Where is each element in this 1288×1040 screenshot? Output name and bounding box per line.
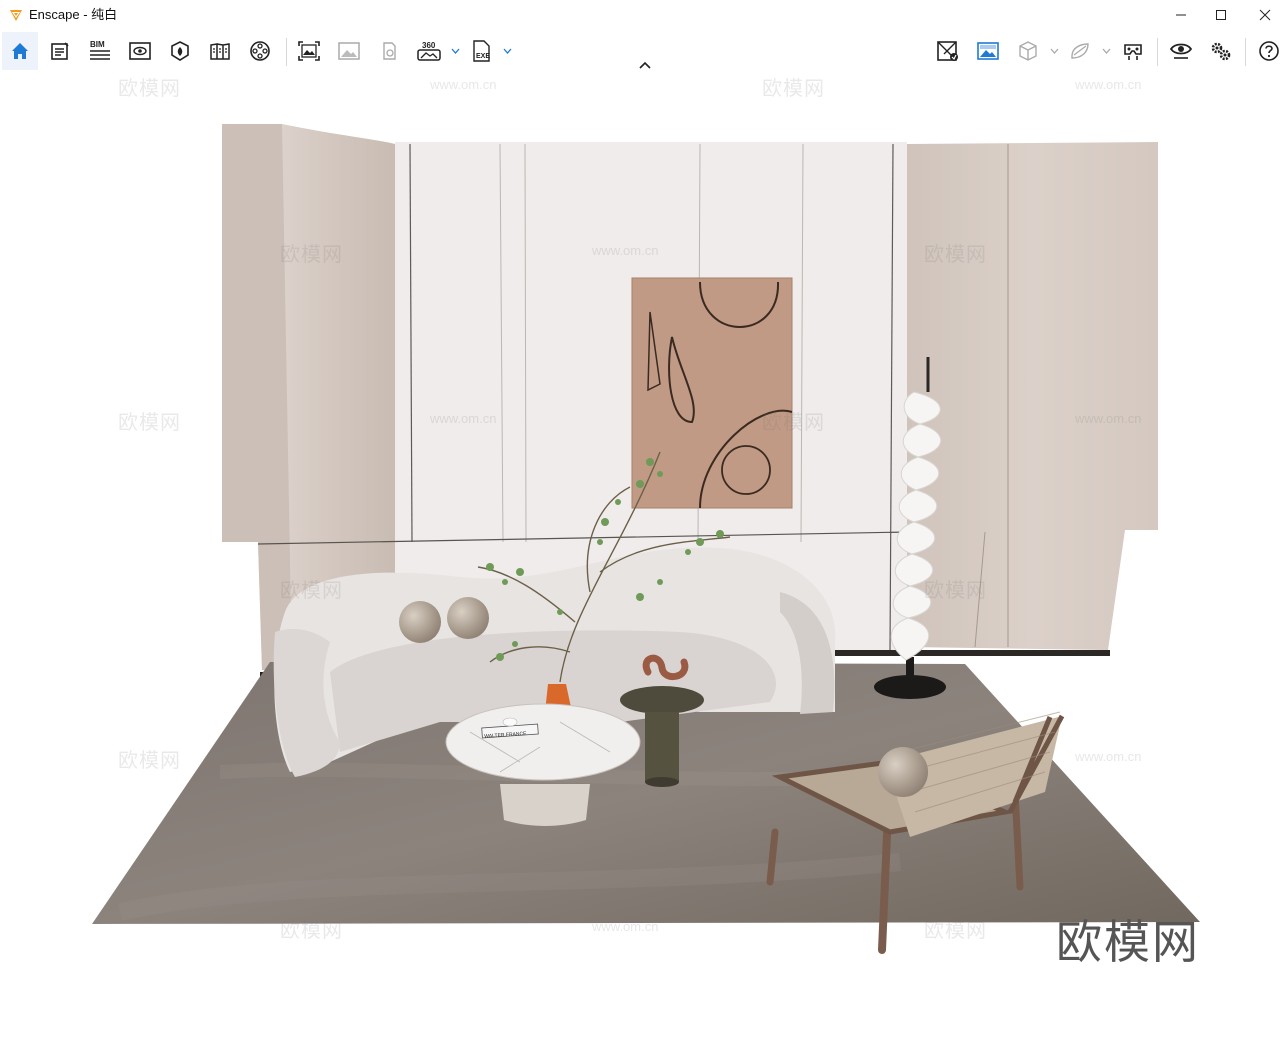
settings-gears-icon [1211,42,1231,61]
visual-settings-button[interactable] [122,32,158,70]
home-icon [12,43,28,59]
exe-label: EXE [476,53,490,60]
screenshot-icon [298,41,320,61]
bim-label: BIM [90,40,105,49]
panorama-360-icon: 360 [417,41,441,61]
orthographic-dropdown[interactable] [1048,32,1060,70]
watermark-url: www.om.cn [592,919,659,934]
toolbar-separator [1245,38,1246,66]
watermark-url: www.om.cn [430,77,497,92]
chevron-down-icon [1102,48,1110,54]
toolbar-separator [1157,38,1158,66]
vr-headset-button[interactable] [1115,32,1151,70]
live-update-button[interactable] [970,32,1006,70]
chevron-down-icon [1050,48,1058,54]
material-editor-button[interactable] [202,32,238,70]
title-bar: Enscape - 纯白 [0,0,1288,30]
scene-render: WALTER FRANCE [92,124,1200,954]
orthographic-button[interactable] [1010,32,1046,70]
exe-dropdown[interactable] [501,32,513,70]
help-button[interactable] [1251,32,1287,70]
wall-artwork [631,277,793,509]
screenshot-button[interactable] [291,32,327,70]
enscape-logo-icon [10,10,22,21]
live-update-icon [977,42,999,60]
view-eye-button[interactable] [1163,32,1199,70]
watermark: 欧模网 [280,918,343,942]
watermark: 欧模网 [762,410,825,434]
watermark: 欧模网 [118,76,181,100]
batch-render-button[interactable] [371,32,407,70]
exe-export-icon: EXE [473,40,490,62]
pano-label: 360 [422,41,436,50]
close-button[interactable] [1242,0,1288,30]
help-icon [1259,41,1279,61]
sync-views-button[interactable] [930,32,966,70]
watermark: 欧模网 [280,578,343,602]
capture-button[interactable] [1062,32,1098,70]
watermark-url: www.om.cn [430,411,497,426]
maximize-icon [1216,10,1226,20]
home-button[interactable] [2,32,38,70]
brand-watermark: 欧模网 [1056,915,1200,969]
render-viewport[interactable]: WALTER FRANCE 欧模网 www.om.cn 欧模网 www.om.c… [0,72,1288,1038]
orthographic-icon [1019,41,1037,61]
capture-icon [1071,43,1089,59]
view-eye-icon [1169,43,1193,59]
panorama-dropdown[interactable] [449,32,461,70]
chevron-down-icon [451,48,459,54]
batch-render-icon [383,42,396,60]
material-editor-icon [210,43,230,60]
watermark: 欧模网 [924,918,987,942]
watermark-url: www.om.cn [1075,749,1142,764]
notes-button[interactable] [42,32,78,70]
close-icon [1259,9,1271,21]
gallery-icon [338,42,360,60]
vr-headset-icon [1124,44,1142,60]
exe-export-button[interactable]: EXE [464,32,500,70]
watermark: 欧模网 [762,76,825,100]
bim-button[interactable]: BIM [82,32,118,70]
minimize-icon [1176,14,1186,16]
asset-library-icon [171,41,189,61]
collapse-toolbar-button[interactable] [636,58,654,72]
sync-views-icon [937,41,958,61]
watermark-url: www.om.cn [592,243,659,258]
watermark: 欧模网 [280,242,343,266]
watermark: 欧模网 [118,748,181,772]
chevron-down-icon [503,48,511,54]
notes-icon [51,42,69,60]
capture-dropdown[interactable] [1100,32,1112,70]
maximize-button[interactable] [1198,0,1244,30]
toolbar-separator [286,38,287,66]
video-editor-icon [250,41,270,61]
window-title: Enscape - 纯白 [29,7,118,22]
watermark-url: www.om.cn [1075,411,1142,426]
asset-library-button[interactable] [162,32,198,70]
watermark: 欧模网 [924,578,987,602]
watermark: 欧模网 [924,242,987,266]
visual-settings-icon [129,42,151,60]
panorama-360-button[interactable]: 360 [411,32,447,70]
video-editor-button[interactable] [242,32,278,70]
gallery-button[interactable] [331,32,367,70]
watermark: 欧模网 [118,410,181,434]
bim-icon: BIM [90,40,110,60]
watermark-url: www.om.cn [1075,77,1142,92]
chevron-up-icon [639,61,651,69]
settings-button[interactable] [1203,32,1239,70]
